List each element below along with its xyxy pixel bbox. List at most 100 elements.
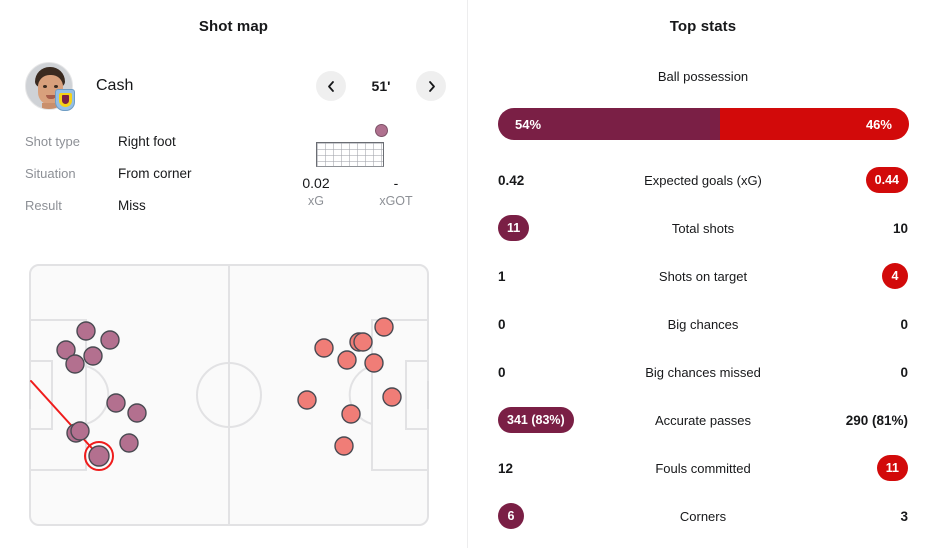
xg-cell: 0.02 xG (280, 172, 352, 208)
stat-home-value-cell: 11 (468, 215, 598, 241)
xg-value: 0.02 (302, 175, 330, 191)
stat-home-value-cell: 6 (468, 503, 598, 529)
stat-away-value: 0 (900, 316, 908, 332)
avatar-eye-left (43, 85, 47, 88)
stat-home-value-cell: 1 (468, 269, 598, 284)
stat-home-value: 0.42 (498, 172, 525, 188)
match-stats-screen: Shot map Cash 51' Shot type Right foot S… (0, 0, 938, 548)
goal-frame-icon (316, 142, 384, 167)
avatar (25, 62, 75, 111)
stat-home-value: 1 (498, 268, 506, 284)
stat-home-value-cell: 0 (468, 365, 598, 380)
away-shot-marker (314, 338, 334, 358)
detail-label: Situation (25, 166, 76, 181)
stat-away-value: 3 (900, 508, 908, 524)
shot-ball-marker-icon (375, 124, 388, 137)
detail-row-result: Result Miss (25, 198, 265, 230)
possession-away-value: 46% (865, 116, 892, 132)
xg-label: xG (308, 194, 324, 208)
stat-away-value-cell: 11 (808, 455, 938, 481)
away-shot-marker (341, 404, 361, 424)
stat-home-value-cell: 341 (83%) (468, 407, 598, 433)
stat-home-value-cell: 0.42 (468, 173, 598, 188)
pitch[interactable] (29, 264, 429, 526)
stat-away-value-cell: 3 (808, 509, 938, 524)
stat-away-value-cell: 0.44 (808, 167, 938, 193)
away-shot-marker (353, 332, 373, 352)
stat-away-value: 0 (900, 364, 908, 380)
avatar-eye-right (54, 85, 58, 88)
stat-row: 11 Total shots 10 (468, 204, 938, 252)
stat-row: 6 Corners 3 (468, 492, 938, 540)
stat-row: 341 (83%) Accurate passes 290 (81%) (468, 396, 938, 444)
xg-block: 0.02 xG - xGOT (280, 172, 440, 208)
shot-player-row: Cash 51' (0, 56, 468, 116)
stat-row: 12 Fouls committed 11 (468, 444, 938, 492)
detail-value: From corner (118, 166, 192, 181)
away-shot-marker (374, 317, 394, 337)
away-shot-marker (337, 350, 357, 370)
detail-label: Shot type (25, 134, 80, 149)
away-shot-marker (297, 390, 317, 410)
stat-away-value-badge: 11 (876, 455, 908, 481)
goal-mouth-widget: 0.02 xG - xGOT (280, 120, 440, 215)
home-shot-marker (83, 346, 103, 366)
top-stats-panel: Top stats Ball possession 54% 46% 0.42 Ex… (468, 0, 938, 548)
away-shot-marker (382, 387, 402, 407)
stat-home-value-badge: 6 (498, 503, 524, 529)
home-shot-marker (106, 393, 126, 413)
shot-navigation: 51' (316, 71, 446, 101)
pitch-svg (29, 264, 429, 526)
home-shot-marker (65, 354, 85, 374)
stat-row: 0 Big chances 0 (468, 300, 938, 348)
home-shot-marker (100, 330, 120, 350)
top-stats-title: Top stats (669, 18, 737, 35)
next-shot-button[interactable] (416, 71, 446, 101)
stat-row: 1 Shots on target 4 (468, 252, 938, 300)
stat-home-value: 12 (498, 460, 514, 476)
possession-home-value: 54% (515, 116, 542, 132)
detail-label: Result (25, 198, 62, 213)
detail-value: Right foot (118, 134, 176, 149)
xgot-value: - (393, 175, 399, 191)
shot-map-panel: Shot map Cash 51' Shot type Right foot S… (0, 0, 468, 548)
right-goal (427, 381, 429, 409)
xgot-cell: - xGOT (352, 172, 440, 208)
stat-row: 0 Big chances missed 0 (468, 348, 938, 396)
xgot-label: xGOT (379, 194, 413, 208)
shot-minute: 51' (371, 78, 391, 94)
home-shot-marker (127, 403, 147, 423)
stat-away-value-cell: 10 (808, 221, 938, 236)
stat-away-value: 10 (892, 220, 908, 236)
home-shot-marker (119, 433, 139, 453)
stat-away-value-cell: 0 (808, 317, 938, 332)
shot-map-title: Shot map (198, 18, 269, 35)
stat-away-value-badge: 0.44 (865, 167, 908, 193)
stat-row: 0.42 Expected goals (xG) 0.44 (468, 156, 938, 204)
stat-home-value-cell: 12 (468, 461, 598, 476)
stat-home-value: 0 (498, 316, 506, 332)
stat-away-value-cell: 0 (808, 365, 938, 380)
ball-possession-label: Ball possession (657, 69, 749, 84)
player-name: Cash (96, 77, 134, 94)
aston-villa-badge-icon (55, 89, 75, 111)
away-shot-marker (364, 353, 384, 373)
left-goal (29, 381, 31, 409)
possession-home-segment: 54% (498, 108, 720, 140)
detail-value: Miss (118, 198, 146, 213)
stat-home-value-cell: 0 (468, 317, 598, 332)
stat-away-value: 290 (81%) (845, 412, 908, 428)
home-shot-marker (88, 445, 110, 467)
stat-away-value-cell: 4 (808, 263, 938, 289)
stat-home-value: 0 (498, 364, 506, 380)
chevron-right-icon (428, 80, 435, 92)
stat-home-value-badge: 341 (83%) (498, 407, 574, 433)
ball-possession-bar: 54% 46% (498, 108, 909, 140)
chevron-left-icon (327, 80, 334, 92)
stat-away-value-badge: 4 (882, 263, 908, 289)
previous-shot-button[interactable] (316, 71, 346, 101)
detail-row-shot-type: Shot type Right foot (25, 134, 265, 166)
home-shot-marker (70, 421, 90, 441)
stat-home-value-badge: 11 (498, 215, 530, 241)
detail-row-situation: Situation From corner (25, 166, 265, 198)
